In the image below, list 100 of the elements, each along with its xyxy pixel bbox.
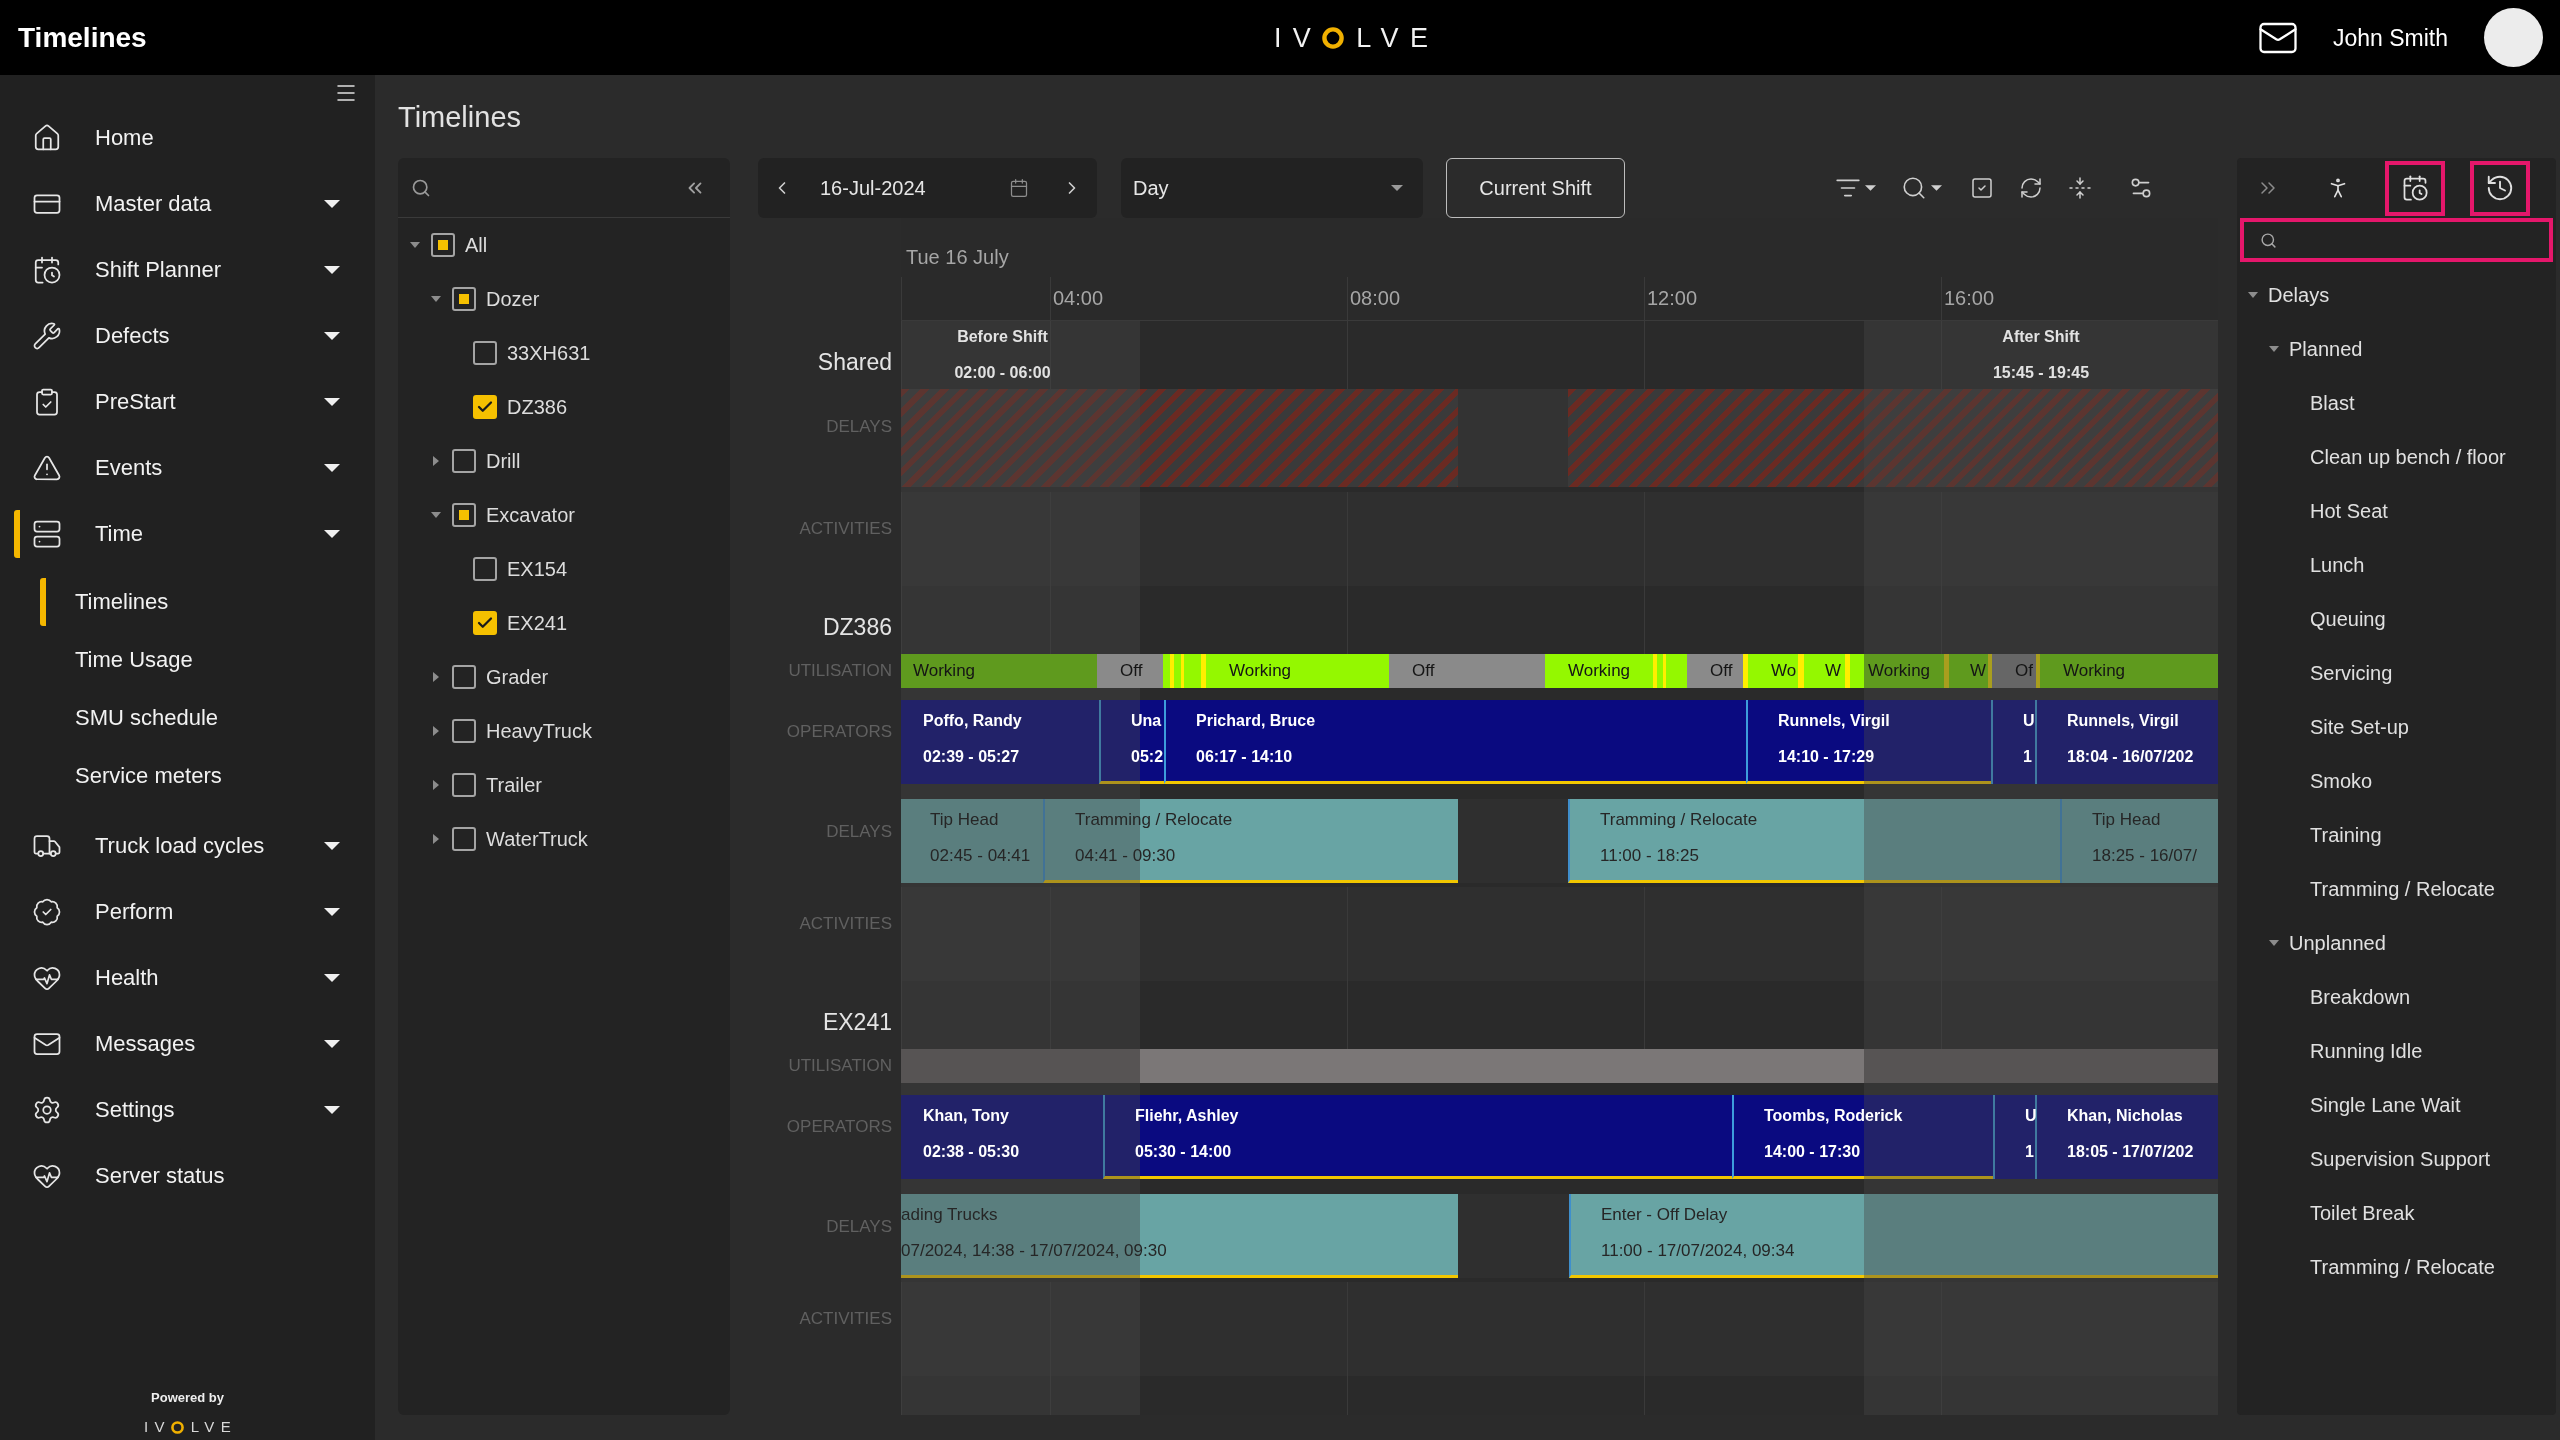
tree-item[interactable]: Trailer: [486, 773, 542, 797]
calendar-clock-icon: [32, 255, 62, 285]
tree-item[interactable]: EX241: [507, 611, 568, 635]
tree-item[interactable]: Grader: [486, 665, 549, 689]
caret-icon[interactable]: [410, 242, 420, 248]
tree-item[interactable]: Tramming / Relocate: [2310, 1255, 2495, 1279]
tree-item[interactable]: DZ386: [507, 395, 568, 419]
sidebar-item[interactable]: Server status: [14, 1152, 340, 1200]
tree-item[interactable]: Planned: [2289, 337, 2363, 361]
caret-icon[interactable]: [2269, 346, 2279, 352]
current-shift-button[interactable]: Current Shift: [1446, 158, 1625, 218]
checkbox[interactable]: [452, 665, 476, 689]
checkbox[interactable]: [452, 287, 476, 311]
sidebar-item[interactable]: Events: [14, 444, 340, 492]
caret-icon[interactable]: [433, 672, 439, 682]
sidebar-item[interactable]: Truck load cycles: [14, 822, 340, 870]
tree-item[interactable]: Drill: [486, 449, 521, 473]
tree-item[interactable]: Toilet Break: [2310, 1201, 2415, 1225]
caret-icon[interactable]: [2269, 940, 2279, 946]
tree-item[interactable]: All: [465, 233, 488, 257]
tree-item[interactable]: Unplanned: [2289, 931, 2386, 955]
caret-icon[interactable]: [433, 456, 439, 466]
tree-item[interactable]: Excavator: [486, 503, 575, 527]
sidebar-item[interactable]: Perform: [14, 888, 340, 936]
sidebar-item[interactable]: Health: [14, 954, 340, 1002]
sidebar-item[interactable]: Master data: [14, 180, 340, 228]
tree-item[interactable]: Queuing: [2310, 607, 2386, 631]
tree-item[interactable]: EX154: [507, 557, 568, 581]
operator-bar[interactable]: U 1: [1993, 1095, 2035, 1179]
checkbox[interactable]: [452, 503, 476, 527]
sidebar-item[interactable]: Settings: [14, 1086, 340, 1134]
operator-bar[interactable]: Runnels, Virgil 18:04 - 16/07/202: [2035, 700, 2218, 784]
checkbox[interactable]: [452, 827, 476, 851]
caret-icon[interactable]: [433, 780, 439, 790]
caret-icon[interactable]: [433, 834, 439, 844]
operator-bar[interactable]: Prichard, Bruce 06:17 - 14:10: [1164, 700, 1746, 784]
sidebar-item[interactable]: Shift Planner: [14, 246, 340, 294]
calendar-clock-button[interactable]: [2385, 160, 2445, 216]
tree-item[interactable]: Servicing: [2310, 661, 2393, 685]
checkbox[interactable]: [473, 557, 497, 581]
operator-bar[interactable]: Fliehr, Ashley 05:30 - 14:00: [1103, 1095, 1732, 1179]
sidebar-subitem[interactable]: Time Usage: [40, 636, 340, 684]
tree-item[interactable]: Blast: [2310, 391, 2355, 415]
square-check-icon[interactable]: [1970, 176, 1994, 200]
sidebar-item[interactable]: PreStart: [14, 378, 340, 426]
operator-bar[interactable]: Toombs, Roderick 14:00 - 17:30: [1732, 1095, 1993, 1179]
calendar-icon[interactable]: [1009, 178, 1029, 198]
sidebar-item[interactable]: Home: [14, 114, 340, 162]
caret-icon[interactable]: [431, 512, 441, 518]
tree-item[interactable]: Smoko: [2310, 769, 2373, 793]
tree-item[interactable]: Site Set-up: [2310, 715, 2409, 739]
tree-item[interactable]: HeavyTruck: [486, 719, 592, 743]
delay-bar[interactable]: Tramming / Relocate 04:41 - 09:30: [1043, 799, 1458, 883]
search-field[interactable]: [2240, 218, 2553, 262]
tree-item[interactable]: Hot Seat: [2310, 499, 2388, 523]
fold-icon[interactable]: [2068, 176, 2092, 200]
status-label: Working: [1568, 661, 1631, 681]
sidebar-subitem[interactable]: Service meters: [40, 752, 340, 800]
checkbox[interactable]: [473, 341, 497, 365]
sidebar-item[interactable]: Time: [14, 510, 340, 558]
sidebar-subitem[interactable]: Timelines: [40, 578, 340, 626]
operator-bar[interactable]: Poffo, Randy 02:39 - 05:27: [901, 700, 1099, 784]
group-label: DZ386: [822, 614, 892, 640]
operator-bar[interactable]: Khan, Nicholas 18:05 - 17/07/202: [2035, 1095, 2218, 1179]
checkbox[interactable]: [452, 773, 476, 797]
operator-bar[interactable]: Khan, Tony 02:38 - 05:30: [901, 1095, 1103, 1179]
sidebar-item[interactable]: Messages: [14, 1020, 340, 1068]
operator-bar[interactable]: U 1: [1991, 700, 2035, 784]
operator-bar[interactable]: Runnels, Virgil 14:10 - 17:29: [1746, 700, 1991, 784]
operator-bar[interactable]: Una 05:2: [1099, 700, 1164, 784]
refresh-icon[interactable]: [2019, 176, 2043, 200]
tree-item[interactable]: Lunch: [2310, 553, 2365, 577]
delay-bar[interactable]: Enter - Off Delay 11:00 - 17/07/2024, 09:34: [1569, 1194, 2218, 1278]
checkbox[interactable]: [473, 395, 497, 419]
tree-item[interactable]: 33XH631: [507, 341, 591, 365]
tree-item[interactable]: Running Idle: [2310, 1039, 2423, 1063]
checkbox[interactable]: [431, 233, 455, 257]
view-select[interactable]: Day: [1121, 158, 1423, 218]
tree-item[interactable]: Tramming / Relocate: [2310, 877, 2495, 901]
tree-item[interactable]: Dozer: [486, 287, 540, 311]
operator-name: Khan, Nicholas: [2067, 1106, 2183, 1126]
checkbox[interactable]: [452, 449, 476, 473]
caret-icon[interactable]: [433, 726, 439, 736]
caret-icon[interactable]: [431, 296, 441, 302]
tree-item[interactable]: Breakdown: [2310, 985, 2411, 1009]
tree-item[interactable]: Training: [2310, 823, 2382, 847]
delay-bar[interactable]: Tramming / Relocate 11:00 - 18:25: [1568, 799, 2060, 883]
tree-item[interactable]: Clean up bench / floor: [2310, 445, 2506, 469]
history-button[interactable]: [2470, 160, 2530, 216]
tree-item[interactable]: WaterTruck: [486, 827, 588, 851]
caret-icon[interactable]: [2248, 292, 2258, 298]
tree-item[interactable]: Supervision Support: [2310, 1147, 2491, 1171]
sidebar-subitem[interactable]: SMU schedule: [40, 694, 340, 742]
tree-item[interactable]: Single Lane Wait: [2310, 1093, 2461, 1117]
search-button[interactable]: [1901, 175, 1942, 201]
checkbox[interactable]: [473, 611, 497, 635]
tree-item[interactable]: Delays: [2268, 283, 2330, 307]
checkbox[interactable]: [452, 719, 476, 743]
date-text[interactable]: 16-Jul-2024: [820, 176, 926, 200]
sidebar-item[interactable]: Defects: [14, 312, 340, 360]
